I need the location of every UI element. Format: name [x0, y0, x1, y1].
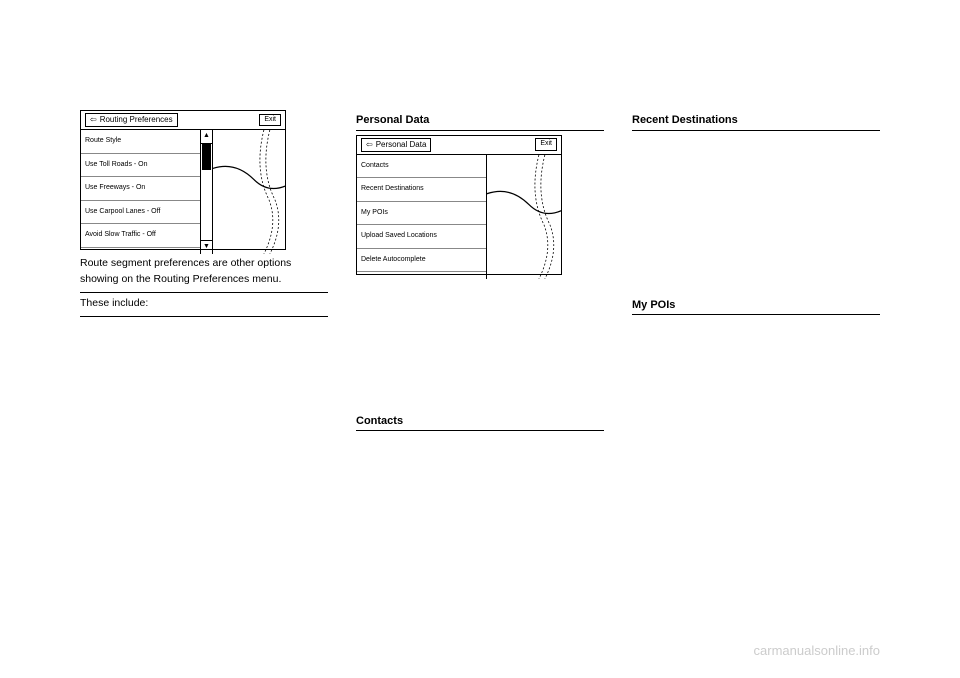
personal-data-heading: Personal Data [356, 112, 604, 131]
my-pois-heading: My POIs [632, 297, 880, 316]
fig1-body: Route Style Use Toll Roads - On Use Free… [81, 130, 285, 254]
spacer [632, 135, 880, 295]
map-graphic [213, 130, 285, 254]
column-2: Personal Data ⇦ Personal Data Exit Conta… [356, 110, 604, 435]
list-item: Use Carpool Lanes - Off [81, 201, 200, 225]
fig1-title: Routing Preferences [100, 114, 173, 126]
back-arrow-icon: ⇦ [90, 114, 97, 126]
exit-button: Exit [259, 114, 281, 127]
divider [80, 316, 328, 317]
list-item: Avoid Slow Traffic - Off [81, 224, 200, 248]
map-preview [487, 155, 561, 279]
spacer [356, 281, 604, 411]
map-graphic [487, 155, 561, 279]
divider [80, 292, 328, 293]
list-item: Contacts [357, 155, 486, 179]
back-arrow-icon: ⇦ [366, 139, 373, 151]
fig1-header: ⇦ Routing Preferences Exit [81, 111, 285, 130]
fig2-header: ⇦ Personal Data Exit [357, 136, 561, 155]
list-item: Delete Autocomplete [357, 249, 486, 273]
scroll-track [201, 144, 212, 240]
fig2-body: Contacts Recent Destinations My POIs Upl… [357, 155, 561, 279]
contacts-heading: Contacts [356, 413, 604, 432]
these-include-text: These include: [80, 296, 328, 312]
list-item: Route Style [81, 130, 200, 154]
back-button: ⇦ Routing Preferences [85, 113, 178, 127]
scroll-up-icon: ▲ [201, 130, 212, 144]
fig1-list: Route Style Use Toll Roads - On Use Free… [81, 130, 201, 254]
scroll-thumb [202, 144, 211, 170]
list-item: Use Freeways - On [81, 177, 200, 201]
map-preview [213, 130, 285, 254]
list-item: Upload Saved Locations [357, 225, 486, 249]
column-1: ⇦ Routing Preferences Exit Route Style U… [80, 110, 328, 435]
page-content: ⇦ Routing Preferences Exit Route Style U… [0, 0, 960, 475]
list-item: Use Toll Roads - On [81, 154, 200, 178]
fig2-list: Contacts Recent Destinations My POIs Upl… [357, 155, 487, 279]
personal-data-screenshot: ⇦ Personal Data Exit Contacts Recent Des… [356, 135, 562, 275]
fig2-title: Personal Data [376, 139, 427, 151]
watermark: carmanualsonline.info [754, 643, 880, 658]
recent-destinations-heading: Recent Destinations [632, 112, 880, 131]
back-button: ⇦ Personal Data [361, 138, 431, 152]
exit-button: Exit [535, 138, 557, 151]
routing-preferences-screenshot: ⇦ Routing Preferences Exit Route Style U… [80, 110, 286, 250]
scrollbar: ▲ ▼ [201, 130, 213, 254]
column-3: Recent Destinations My POIs [632, 110, 880, 435]
list-item: My POIs [357, 202, 486, 226]
list-item: Recent Destinations [357, 178, 486, 202]
fig1-caption: Route segment preferences are other opti… [80, 256, 328, 288]
scroll-down-icon: ▼ [201, 240, 212, 254]
